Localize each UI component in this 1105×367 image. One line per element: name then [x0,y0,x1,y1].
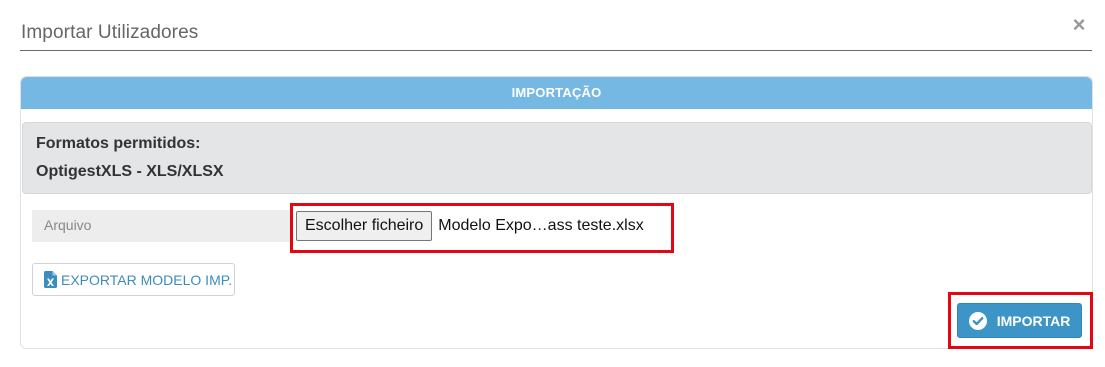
close-button[interactable]: × [1068,14,1090,36]
import-users-dialog: Importar Utilizadores × IMPORTAÇÃO Forma… [0,0,1105,367]
file-field-label: Arquivo [32,210,290,242]
export-template-label: EXPORTAR MODELO IMP. [61,271,233,288]
import-button-label: IMPORTAR [996,312,1071,329]
file-input[interactable]: Escolher ficheiro Modelo Expo…ass teste.… [296,210,666,242]
choose-file-button[interactable]: Escolher ficheiro [296,211,433,241]
dialog-header: Importar Utilizadores [20,18,1092,51]
export-template-button[interactable]: EXPORTAR MODELO IMP. [32,263,235,296]
panel-heading: IMPORTAÇÃO [21,77,1092,109]
allowed-formats-value: OptigestXLS - XLS/XLSX [36,163,224,180]
check-circle-icon [968,311,987,330]
import-panel: IMPORTAÇÃO Formatos permitidos: Optigest… [20,76,1093,349]
allowed-formats-box: Formatos permitidos: OptigestXLS - XLS/X… [22,122,1092,194]
excel-file-icon [44,271,57,288]
dialog-title: Importar Utilizadores [21,22,199,43]
selected-file-name: Modelo Expo…ass teste.xlsx [438,217,644,234]
allowed-formats-label: Formatos permitidos: [36,135,201,152]
import-button[interactable]: IMPORTAR [957,303,1082,338]
